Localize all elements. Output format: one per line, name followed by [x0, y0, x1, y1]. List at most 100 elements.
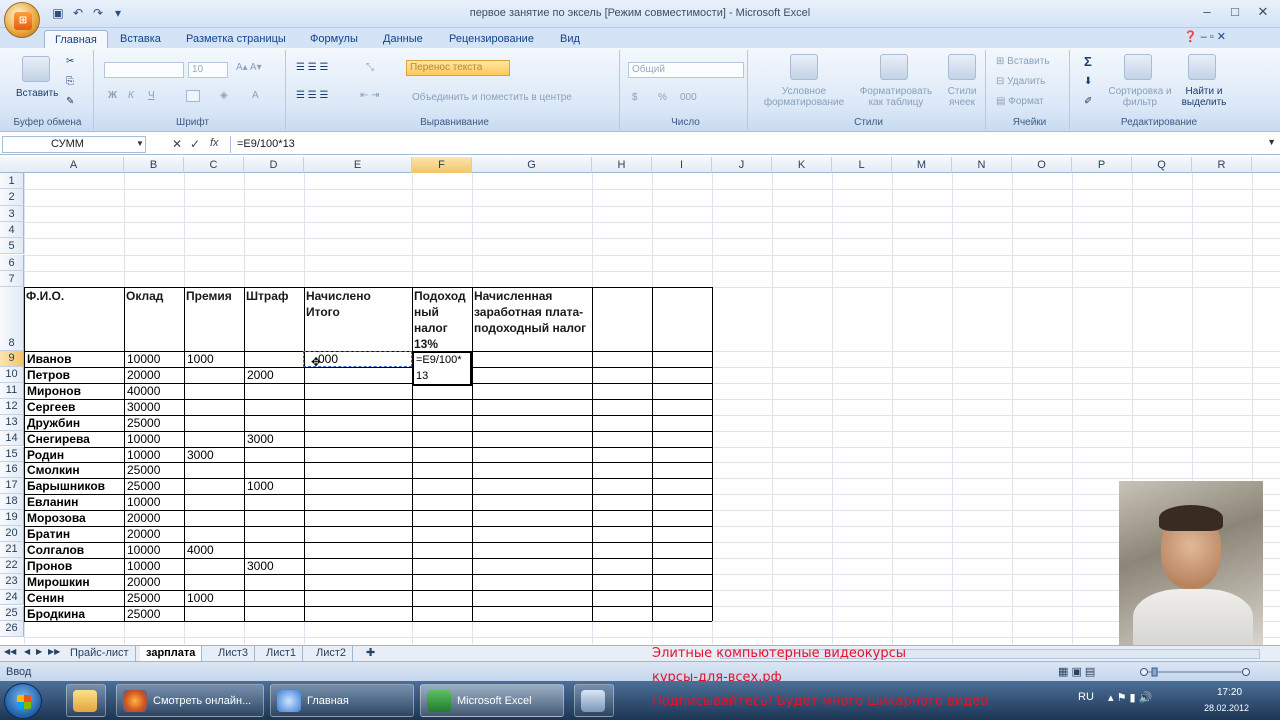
tab-formulas[interactable]: Формулы: [300, 30, 368, 48]
merge-center-button[interactable]: Объединить и поместить в центре: [412, 92, 572, 103]
cell-oklad[interactable]: 20000: [125, 368, 183, 383]
row-header-6[interactable]: 6: [0, 254, 24, 271]
sort-filter-button[interactable]: Сортировка и фильтр: [1108, 86, 1172, 108]
office-button[interactable]: ⊞: [4, 2, 40, 38]
maximize-button[interactable]: □: [1222, 3, 1248, 21]
close-button[interactable]: ✕: [1250, 3, 1276, 21]
column-header-d[interactable]: D: [244, 157, 304, 173]
row-header-21[interactable]: 21: [0, 541, 24, 558]
cell-name[interactable]: Дружбин: [25, 416, 123, 431]
tab-data[interactable]: Данные: [373, 30, 433, 48]
cell-oklad[interactable]: 20000: [125, 527, 183, 542]
cell-premia[interactable]: [185, 463, 243, 478]
cut-icon[interactable]: ✂: [66, 56, 74, 67]
cell-oklad[interactable]: 20000: [125, 575, 183, 590]
font-name-field[interactable]: [104, 62, 184, 78]
column-header-f[interactable]: F: [412, 157, 472, 173]
cell-shtraf[interactable]: 3000: [245, 559, 303, 574]
cell-oklad[interactable]: 25000: [125, 416, 183, 431]
cell-name[interactable]: Смолкин: [25, 463, 123, 478]
cell-premia[interactable]: [185, 384, 243, 399]
last-sheet-icon[interactable]: ▶▶: [48, 647, 60, 656]
taskbar-item-home[interactable]: Главная: [270, 684, 414, 717]
tab-home[interactable]: Главная: [44, 30, 108, 48]
header-premia[interactable]: Премия: [184, 288, 244, 304]
cell-shtraf[interactable]: [245, 400, 303, 415]
column-header-n[interactable]: N: [952, 157, 1012, 173]
cell-oklad[interactable]: 25000: [125, 607, 183, 622]
format-cells-button[interactable]: ▤ Формат: [996, 96, 1044, 107]
cell-e9[interactable]: 000: [316, 352, 406, 367]
row-header-13[interactable]: 13: [0, 414, 24, 431]
cell-shtraf[interactable]: 3000: [245, 432, 303, 447]
row-header-5[interactable]: 5: [0, 238, 24, 255]
cell-shtraf[interactable]: [245, 543, 303, 558]
cell-shtraf[interactable]: [245, 416, 303, 431]
indent-icon[interactable]: ⇤ ⇥: [360, 90, 380, 101]
column-header-a[interactable]: A: [24, 157, 124, 173]
cell-premia[interactable]: [185, 511, 243, 526]
column-header-g[interactable]: G: [472, 157, 592, 173]
sheet-tab-salary[interactable]: зарплата: [140, 646, 203, 661]
column-header-r[interactable]: R: [1192, 157, 1252, 173]
tray-icons[interactable]: ▴ ⚑ ▮ 🔊: [1108, 691, 1152, 704]
cell-shtraf[interactable]: [245, 591, 303, 606]
column-header-b[interactable]: B: [124, 157, 184, 173]
cell-name[interactable]: Родин: [25, 448, 123, 463]
row-header-4[interactable]: 4: [0, 221, 24, 239]
cell-premia[interactable]: [185, 368, 243, 383]
row-header-20[interactable]: 20: [0, 526, 24, 542]
bold-button[interactable]: Ж: [108, 90, 117, 101]
cell-name[interactable]: Иванов: [25, 352, 123, 367]
header-shtraf[interactable]: Штраф: [244, 288, 304, 304]
row-header-12[interactable]: 12: [0, 398, 24, 415]
cell-name[interactable]: Сергеев: [25, 400, 123, 415]
cell-name[interactable]: Солгалов: [25, 543, 123, 558]
borders-icon[interactable]: [186, 90, 200, 102]
tab-view[interactable]: Вид: [550, 30, 590, 48]
insert-function-icon[interactable]: fx: [210, 137, 219, 149]
cell-name[interactable]: Пронов: [25, 559, 123, 574]
column-header-e[interactable]: E: [304, 157, 412, 173]
new-sheet-icon[interactable]: ✚: [360, 646, 381, 661]
next-sheet-icon[interactable]: ▶: [36, 647, 42, 656]
cell-name[interactable]: Мирошкин: [25, 575, 123, 590]
cell-premia[interactable]: [185, 559, 243, 574]
row-header-2[interactable]: 2: [0, 189, 24, 206]
cell-shtraf[interactable]: [245, 607, 303, 622]
start-button[interactable]: [4, 683, 42, 719]
sheet-tab-price[interactable]: Прайс-лист: [64, 646, 136, 661]
cancel-icon[interactable]: ✕: [172, 137, 182, 151]
header-oklad[interactable]: Оклад: [124, 288, 184, 304]
cell-shtraf[interactable]: 1000: [245, 479, 303, 494]
header-nachisleno[interactable]: Начислено Итого: [304, 288, 412, 320]
prev-sheet-icon[interactable]: ◀: [24, 647, 30, 656]
format-painter-icon[interactable]: ✎: [66, 96, 74, 107]
cell-oklad[interactable]: 25000: [125, 479, 183, 494]
clock-date[interactable]: 28.02.2012: [1204, 703, 1249, 713]
cell-shtraf[interactable]: [245, 352, 303, 367]
copy-icon[interactable]: ⎘: [66, 76, 74, 87]
format-as-table-button[interactable]: Форматировать как таблицу: [856, 86, 936, 108]
cell-name[interactable]: Бродкина: [25, 607, 123, 622]
chevron-down-icon[interactable]: ▼: [136, 139, 144, 148]
delete-cells-button[interactable]: ⊟ Удалить: [996, 76, 1045, 87]
cell-name[interactable]: Евланин: [25, 495, 123, 510]
sheet-tab-list1[interactable]: Лист1: [260, 646, 304, 661]
header-podohod[interactable]: Подоход ный налог 13%: [412, 288, 472, 352]
format-as-table-icon[interactable]: [880, 54, 908, 80]
cell-oklad[interactable]: 30000: [125, 400, 183, 415]
currency-icon[interactable]: $: [632, 92, 638, 103]
expand-formula-icon[interactable]: ▼: [1267, 137, 1276, 147]
cell-premia[interactable]: [185, 416, 243, 431]
enter-icon[interactable]: ✓: [190, 137, 200, 151]
cell-premia[interactable]: 1000: [185, 352, 243, 367]
cell-premia[interactable]: 1000: [185, 591, 243, 606]
column-header-h[interactable]: H: [592, 157, 652, 173]
cell-oklad[interactable]: 10000: [125, 543, 183, 558]
tab-review[interactable]: Рецензирование: [439, 30, 544, 48]
column-header-p[interactable]: P: [1072, 157, 1132, 173]
row-header-3[interactable]: 3: [0, 205, 24, 222]
underline-button[interactable]: Ч: [148, 90, 155, 101]
cell-name[interactable]: Братин: [25, 527, 123, 542]
